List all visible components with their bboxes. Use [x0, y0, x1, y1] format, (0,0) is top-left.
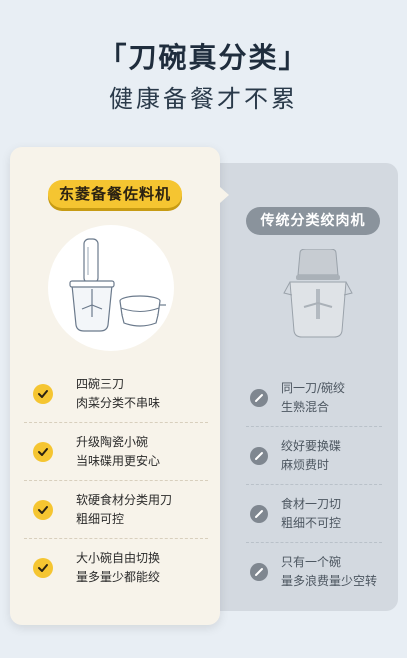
check-icon: [33, 442, 53, 462]
feature-text: 绞好要换碟 麻烦费时: [281, 437, 341, 475]
slash-circle-icon: [250, 563, 268, 581]
feature-line-2: 粗细可控: [76, 512, 125, 526]
chopper-image-circle: [48, 225, 174, 351]
feature-line-1: 升级陶瓷小碗: [76, 435, 149, 449]
list-item: 同一刀/碗绞 生熟混合: [246, 370, 382, 427]
headline: 「刀碗真分类」 健康备餐才不累: [0, 38, 407, 116]
feature-line-2: 麻烦费时: [281, 458, 330, 472]
feature-line-1: 同一刀/碗绞: [281, 381, 346, 395]
slash-circle-icon: [250, 447, 268, 465]
slash-circle-icon: [250, 389, 268, 407]
feature-line-2: 肉菜分类不串味: [76, 396, 161, 410]
feature-line-1: 绞好要换碟: [281, 439, 342, 453]
dongling-chopper-badge: 东菱备餐佐料机: [48, 180, 182, 208]
feature-line-1: 四碗三刀: [76, 377, 125, 391]
traditional-feature-list: 同一刀/碗绞 生熟混合 绞好要换碟 麻烦费时 食材一刀切 粗细不可控 只有一个碗…: [246, 370, 382, 601]
feature-line-2: 量多量少都能绞: [76, 570, 161, 584]
feature-text: 升级陶瓷小碗 当味碟用更安心: [76, 433, 160, 471]
card-pointer: [220, 187, 229, 203]
feature-line-2: 粗细不可控: [281, 516, 342, 530]
feature-line-2: 当味碟用更安心: [76, 454, 161, 468]
list-item: 大小碗自由切换 量多量少都能绞: [24, 540, 208, 596]
feature-text: 软硬食材分类用刀 粗细可控: [76, 491, 172, 529]
feature-text: 同一刀/碗绞 生熟混合: [281, 379, 345, 417]
list-item: 四碗三刀 肉菜分类不串味: [24, 366, 208, 423]
dongling-chopper-card: 东菱备餐佐料机 四碗三刀 肉菜分类不串味 升级陶瓷小碗 当味碟用更安心 软硬食材…: [10, 147, 229, 625]
list-item: 升级陶瓷小碗 当味碟用更安心: [24, 424, 208, 481]
traditional-grinder-image: [283, 249, 353, 338]
check-icon: [33, 384, 53, 404]
feature-text: 大小碗自由切换 量多量少都能绞: [76, 549, 160, 587]
feature-line-1: 软硬食材分类用刀: [76, 493, 173, 507]
headline-subtitle: 健康备餐才不累: [109, 85, 298, 113]
list-item: 食材一刀切 粗细不可控: [246, 486, 382, 543]
feature-line-1: 大小碗自由切换: [76, 551, 161, 565]
dongling-feature-list: 四碗三刀 肉菜分类不串味 升级陶瓷小碗 当味碟用更安心 软硬食材分类用刀 粗细可…: [24, 366, 208, 597]
list-item: 绞好要换碟 麻烦费时: [246, 428, 382, 485]
feature-line-1: 食材一刀切: [281, 497, 342, 511]
check-icon: [33, 558, 53, 578]
feature-line-2: 量多浪费量少空转: [281, 574, 378, 588]
chopper-with-bowls-image: [69, 238, 166, 332]
feature-text: 食材一刀切 粗细不可控: [281, 495, 341, 533]
feature-text: 只有一个碗 量多浪费量少空转: [281, 553, 377, 591]
traditional-grinder-badge: 传统分类绞肉机: [246, 207, 380, 235]
headline-title: 「刀碗真分类」: [98, 41, 309, 74]
feature-text: 四碗三刀 肉菜分类不串味: [76, 375, 160, 413]
check-icon: [33, 500, 53, 520]
feature-line-2: 生熟混合: [281, 400, 330, 414]
feature-line-1: 只有一个碗: [281, 555, 342, 569]
slash-circle-icon: [250, 505, 268, 523]
list-item: 只有一个碗 量多浪费量少空转: [246, 544, 382, 600]
list-item: 软硬食材分类用刀 粗细可控: [24, 482, 208, 539]
